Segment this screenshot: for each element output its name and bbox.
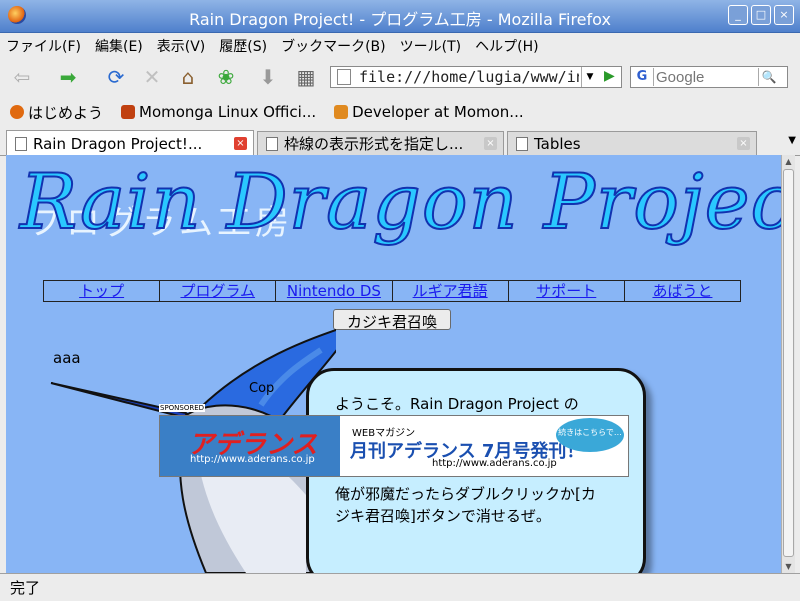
home-icon[interactable]: ⌂ — [176, 65, 200, 89]
window-titlebar: Rain Dragon Project! - プログラム工房 - Mozilla… — [0, 0, 800, 33]
tab-page-icon — [516, 136, 528, 151]
url-dropdown-icon[interactable]: ▼ — [581, 67, 598, 87]
close-window-button[interactable]: × — [774, 5, 794, 25]
vertical-scrollbar[interactable]: ▲ ▼ — [781, 155, 795, 573]
page-file-icon — [337, 69, 351, 85]
summon-kajiki-button[interactable]: カジキ君召喚 — [333, 309, 451, 331]
bookmark-label: はじめよう — [28, 103, 104, 122]
search-box[interactable]: G 🔍 — [630, 66, 788, 88]
page-content: プログラム工房 Rain Dragon Project トップ プログラム Ni… — [6, 155, 781, 573]
site-logo: Rain Dragon Project — [19, 156, 781, 247]
extension-icon[interactable]: ❀ — [214, 65, 238, 89]
close-tab-icon[interactable]: × — [234, 137, 247, 150]
close-tab-icon[interactable]: × — [737, 137, 750, 150]
reload-icon[interactable]: ⟳ — [104, 65, 128, 89]
bookmark-item[interactable]: Momonga Linux Offici... — [121, 103, 316, 121]
url-bar[interactable]: ▼ — [330, 66, 622, 88]
nav-link-program[interactable]: プログラム — [160, 281, 277, 301]
tab-bar: Rain Dragon Project!... × 枠線の表示形式を指定し...… — [0, 129, 800, 156]
tab-label: Rain Dragon Project!... — [33, 134, 203, 153]
bookmark-label: Momonga Linux Offici... — [139, 103, 317, 121]
search-icon[interactable]: 🔍 — [758, 68, 779, 86]
forward-arrow-icon[interactable]: ➡ — [56, 65, 80, 89]
tab-list-icon[interactable]: ▼ — [788, 135, 796, 146]
menu-history[interactable]: 履歴(S) — [219, 36, 267, 56]
menu-edit[interactable]: 編集(E) — [95, 36, 143, 56]
window-controls: _ □ × — [728, 5, 794, 25]
scroll-up-icon[interactable]: ▲ — [782, 155, 795, 168]
close-tab-icon[interactable]: × — [484, 137, 497, 150]
window-title: Rain Dragon Project! - プログラム工房 - Mozilla… — [189, 10, 611, 29]
ad-brand-panel: アデランス http://www.aderans.co.jp — [160, 416, 340, 476]
ad-brand-url: http://www.aderans.co.jp — [190, 454, 315, 465]
bubble-text-line: ジキ君召喚]ボタンで消せるぜ。 — [335, 507, 551, 525]
url-input[interactable] — [357, 67, 581, 87]
bookmark-label: Developer at Momon... — [352, 103, 524, 121]
tab-tables[interactable]: Tables × — [507, 131, 757, 155]
nav-link-support[interactable]: サポート — [509, 281, 625, 301]
navigation-toolbar: ⇦ ➡ ⟳ ✕ ⌂ ❀ ⬇ ▦ ▼ ▶ G 🔍 — [0, 59, 800, 95]
stop-icon[interactable]: ✕ — [140, 65, 164, 89]
status-text: 完了 — [10, 579, 41, 597]
bookmarks-toolbar: はじめよう Momonga Linux Offici... Developer … — [0, 98, 800, 126]
rss-feed-icon — [334, 105, 349, 119]
bookmark-favicon-icon — [10, 105, 24, 119]
search-input[interactable] — [654, 67, 758, 87]
nav-link-about[interactable]: あばうと — [625, 281, 740, 301]
ad-url: http://www.aderans.co.jp — [432, 458, 557, 469]
status-bar: 完了 — [0, 573, 800, 601]
bubble-text-line: ようこそ。Rain Dragon Project の — [335, 395, 579, 413]
tab-label: 枠線の表示形式を指定し... — [284, 135, 464, 153]
minimize-button[interactable]: _ — [728, 5, 748, 25]
go-button-icon[interactable]: ▶ — [604, 68, 615, 84]
maximize-button[interactable]: □ — [751, 5, 771, 25]
back-arrow-icon[interactable]: ⇦ — [10, 65, 34, 89]
scroll-down-icon[interactable]: ▼ — [782, 560, 795, 573]
tab-label: Tables — [534, 134, 581, 153]
menu-help[interactable]: ヘルプ(H) — [475, 36, 538, 56]
tab-page-icon — [15, 136, 27, 151]
bookmark-item[interactable]: Developer at Momon... — [334, 103, 524, 121]
menu-tools[interactable]: ツール(T) — [400, 36, 461, 56]
download-arrow-icon[interactable]: ⬇ — [256, 65, 280, 89]
page-style-icon[interactable]: ▦ — [294, 65, 318, 89]
ad-banner[interactable]: アデランス http://www.aderans.co.jp WEBマガジン 月… — [159, 415, 629, 477]
nav-link-top[interactable]: トップ — [44, 281, 161, 301]
search-engine-icon[interactable]: G — [631, 68, 654, 86]
ad-continue-badge[interactable]: 続きはこちらで… — [556, 418, 624, 452]
bookmark-favicon-icon — [121, 105, 136, 119]
copyright-text: Cop — [249, 381, 275, 396]
bookmark-item[interactable]: はじめよう — [10, 102, 103, 123]
menu-bar: ファイル(F) 編集(E) 表示(V) 履歴(S) ブックマーク(B) ツール(… — [0, 33, 800, 59]
bubble-text-line: 俺が邪魔だったらダブルクリックか[カ — [335, 485, 596, 503]
nav-link-nintendo-ds[interactable]: Nintendo DS — [276, 281, 393, 301]
tab-page-icon — [266, 136, 278, 151]
sponsored-label: SPONSORED — [159, 404, 206, 412]
nav-link-lugia[interactable]: ルギア君語 — [393, 281, 509, 301]
site-nav-table: トップ プログラム Nintendo DS ルギア君語 サポート あばうと — [43, 280, 741, 302]
tab-rain-dragon[interactable]: Rain Dragon Project!... × — [6, 130, 254, 156]
menu-file[interactable]: ファイル(F) — [6, 36, 81, 56]
scrollbar-thumb[interactable] — [783, 169, 794, 557]
menu-bookmarks[interactable]: ブックマーク(B) — [281, 36, 386, 56]
tab-border-style[interactable]: 枠線の表示形式を指定し... × — [257, 131, 504, 155]
menu-view[interactable]: 表示(V) — [157, 36, 206, 56]
